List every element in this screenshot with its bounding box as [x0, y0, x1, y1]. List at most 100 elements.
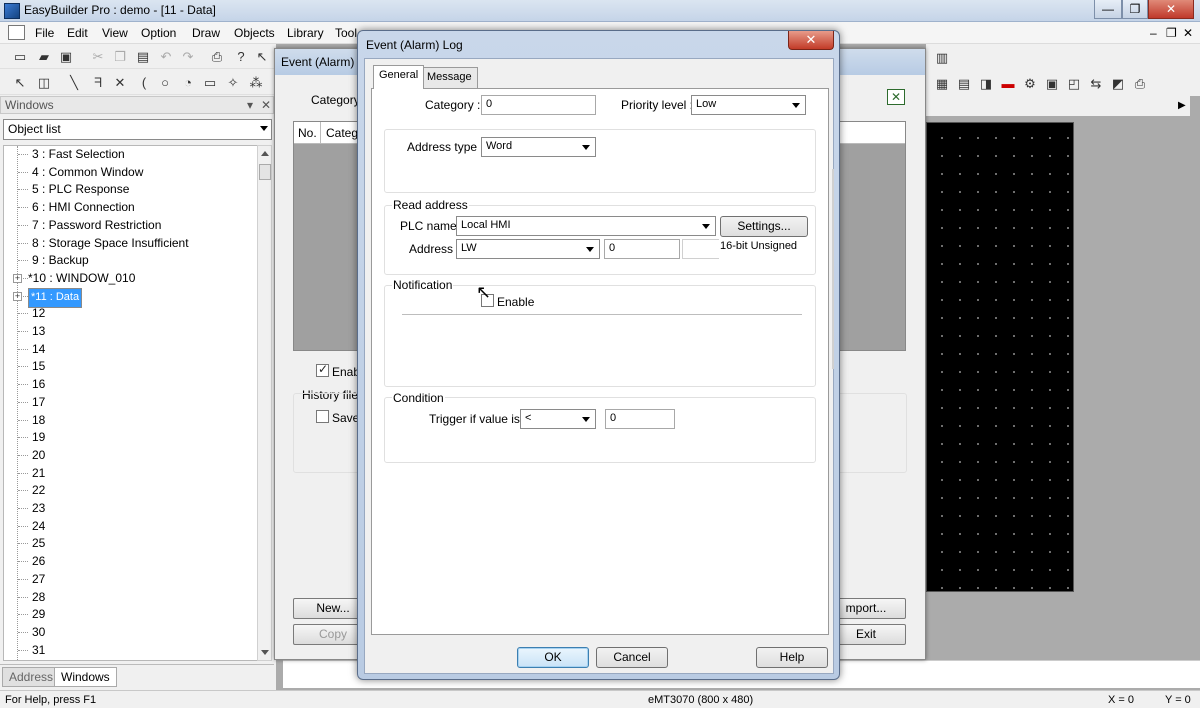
priority-dropdown[interactable]: Low — [691, 95, 806, 115]
scroll-right-icon[interactable]: ▶ — [1178, 100, 1186, 111]
tree-item[interactable]: 22 — [4, 482, 254, 499]
trigger-value-input[interactable]: 0 — [605, 409, 675, 429]
menu-option[interactable]: Option — [141, 26, 176, 40]
menu-draw[interactable]: Draw — [192, 26, 220, 40]
pie-icon[interactable]: ◔ — [180, 75, 196, 91]
copy-icon[interactable]: ❐ — [112, 49, 128, 65]
mdi-restore-button[interactable]: ❐ — [1166, 26, 1177, 40]
tree-item[interactable]: 6 : HMI Connection — [4, 199, 254, 216]
settings-button[interactable]: Settings... — [720, 216, 808, 237]
scale-icon[interactable]: ⁂ — [248, 75, 264, 91]
backup-icon[interactable]: ◩ — [1110, 76, 1126, 92]
tree-item[interactable]: 17 — [4, 394, 254, 411]
drawing-canvas[interactable] — [926, 122, 1074, 592]
expand-icon[interactable]: + — [13, 291, 22, 301]
close-button[interactable]: ✕ — [1148, 0, 1194, 19]
transfer-icon[interactable]: ⇆ — [1088, 76, 1104, 92]
menu-edit[interactable]: Edit — [67, 26, 88, 40]
tab-general[interactable]: General — [373, 65, 425, 89]
restore-button[interactable]: ❐ — [1122, 0, 1148, 19]
context-help-icon[interactable]: ↖ — [254, 49, 270, 65]
scroll-up-icon[interactable] — [261, 151, 269, 156]
tree-item[interactable]: 28 — [4, 589, 254, 606]
alarm-bar-icon[interactable]: ▬ — [1000, 76, 1016, 92]
scroll-thumb[interactable] — [259, 164, 271, 180]
tab-message[interactable]: Message — [421, 67, 478, 88]
tree-item[interactable]: 26 — [4, 553, 254, 570]
tree-item[interactable]: 29 — [4, 606, 254, 623]
col-category[interactable]: Categ — [326, 126, 358, 140]
arc-icon[interactable]: ( — [136, 75, 152, 91]
mdi-close-button[interactable]: ✕ — [1183, 26, 1193, 40]
tree-item[interactable]: 14 — [4, 341, 254, 358]
tree-item[interactable]: 4 : Common Window — [4, 164, 254, 181]
minimize-button[interactable]: — — [1094, 0, 1122, 19]
bg-enable-checkbox[interactable] — [316, 362, 329, 377]
tree-item[interactable]: 24 — [4, 518, 254, 535]
menu-objects[interactable]: Objects — [234, 26, 275, 40]
line-icon[interactable]: ╲ — [66, 75, 82, 91]
tree-item[interactable]: 7 : Password Restriction — [4, 217, 254, 234]
layout-icon[interactable]: ◨ — [978, 76, 994, 92]
plc-name-dropdown[interactable]: Local HMI — [456, 216, 716, 236]
tree-item[interactable]: 25 — [4, 535, 254, 552]
scroll-down-icon[interactable] — [261, 650, 269, 655]
cancel-button[interactable]: Cancel — [596, 647, 668, 668]
tree-item[interactable]: 19 — [4, 429, 254, 446]
new-file-icon[interactable]: ▭ — [12, 49, 28, 65]
paste-icon[interactable]: ▤ — [135, 49, 151, 65]
open-folder-icon[interactable]: ▰ — [36, 49, 52, 65]
tree-item[interactable]: 5 : PLC Response — [4, 181, 254, 198]
curve-icon[interactable]: ✕ — [112, 75, 128, 91]
tree-item[interactable]: 8 : Storage Space Insufficient — [4, 235, 254, 252]
table-icon[interactable]: ▤ — [956, 76, 972, 92]
tree-item[interactable]: 12 — [4, 305, 254, 322]
redo-icon[interactable]: ↷ — [180, 49, 196, 65]
tab-windows[interactable]: Windows — [54, 667, 117, 687]
tree-scrollbar[interactable] — [257, 145, 272, 661]
panel-pin-icon[interactable]: ▾ — [247, 98, 253, 112]
tree-item[interactable]: 30 — [4, 624, 254, 641]
recipe-icon[interactable]: ▣ — [1044, 76, 1060, 92]
save-checkbox[interactable] — [316, 410, 329, 423]
help-button[interactable]: Help — [756, 647, 828, 668]
select-pointer-icon[interactable]: ↖ — [12, 75, 28, 91]
save-icon[interactable]: ▣ — [58, 49, 74, 65]
tab-address[interactable]: Address — [2, 667, 61, 687]
expand-icon[interactable]: + — [13, 273, 22, 283]
excel-icon[interactable]: ✕ — [887, 89, 905, 105]
category-input[interactable]: 0 — [481, 95, 596, 115]
object-select-icon[interactable]: ◫ — [36, 75, 52, 91]
mdi-minimize-button[interactable]: – — [1150, 26, 1157, 40]
tree-item[interactable]: 27 — [4, 571, 254, 588]
col-no[interactable]: No. — [298, 126, 317, 140]
address-input[interactable]: 0 — [604, 239, 680, 259]
tree-item[interactable]: 31 — [4, 642, 254, 659]
tree-item[interactable]: 9 : Backup — [4, 252, 254, 269]
panel-close-icon[interactable]: ✕ — [261, 98, 271, 112]
tree-item[interactable]: 16 — [4, 376, 254, 393]
tree-item[interactable]: + *11 : Data — [4, 287, 254, 308]
menu-file[interactable]: File — [35, 26, 54, 40]
grid-icon[interactable]: ▦ — [934, 76, 950, 92]
undo-icon[interactable]: ↶ — [158, 49, 174, 65]
ok-button[interactable]: OK — [517, 647, 589, 668]
printer-icon[interactable]: ⎙ — [1132, 76, 1148, 92]
object-list-dropdown[interactable]: Object list — [3, 119, 272, 140]
polygon-icon[interactable]: ✧ — [225, 75, 241, 91]
tree-item[interactable]: 18 — [4, 412, 254, 429]
tree-item[interactable]: + *10 : WINDOW_010 — [4, 270, 254, 287]
dialog-close-button[interactable]: ✕ — [788, 31, 834, 50]
tree-item[interactable]: 3 : Fast Selection — [4, 146, 254, 163]
address-type-dropdown[interactable]: Word — [481, 137, 596, 157]
trigger-operator-dropdown[interactable]: < — [520, 409, 596, 429]
menu-library[interactable]: Library — [287, 26, 324, 40]
bar-chart-icon[interactable]: ▥ — [934, 50, 950, 66]
event-icon[interactable]: ◰ — [1066, 76, 1082, 92]
tree-item[interactable]: 20 — [4, 447, 254, 464]
circle-icon[interactable]: ○ — [157, 75, 173, 91]
address-device-dropdown[interactable]: LW — [456, 239, 600, 259]
tree-item[interactable]: 21 — [4, 465, 254, 482]
tree-item[interactable]: 15 — [4, 358, 254, 375]
help-icon[interactable]: ? — [233, 49, 249, 65]
